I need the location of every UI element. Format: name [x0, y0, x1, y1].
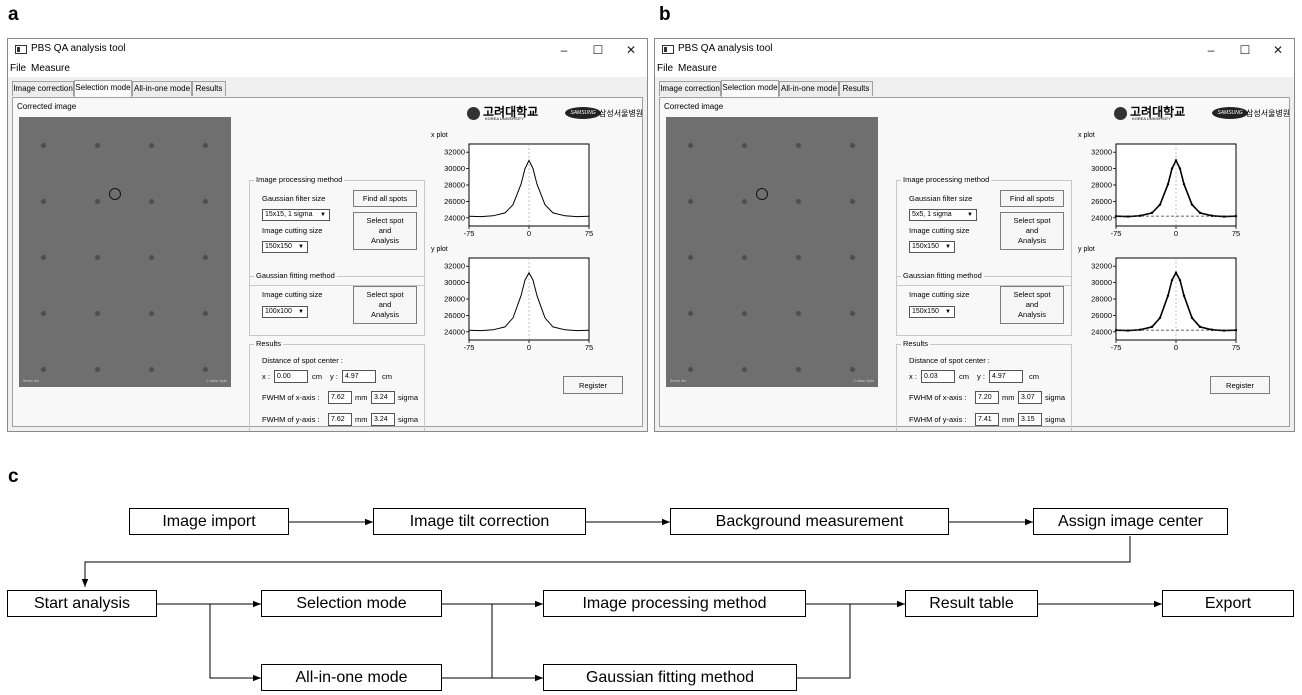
- flow-export: Export: [1162, 590, 1294, 617]
- flow-image-tilt-correction: Image tilt correction: [373, 508, 586, 535]
- flow-all-in-one-mode: All-in-one mode: [261, 664, 442, 691]
- flow-result-table: Result table: [905, 590, 1038, 617]
- flow-start-analysis: Start analysis: [7, 590, 157, 617]
- flow-image-processing-method: Image processing method: [543, 590, 806, 617]
- flow-image-import: Image import: [129, 508, 289, 535]
- flow-background-measurement: Background measurement: [670, 508, 949, 535]
- flow-selection-mode: Selection mode: [261, 590, 442, 617]
- arrow-start-to-allinone: [209, 604, 261, 682]
- arrow-center-to-start: [81, 536, 1131, 587]
- flow-assign-image-center: Assign image center: [1033, 508, 1228, 535]
- flow-gaussian-fitting-method: Gaussian fitting method: [543, 664, 797, 691]
